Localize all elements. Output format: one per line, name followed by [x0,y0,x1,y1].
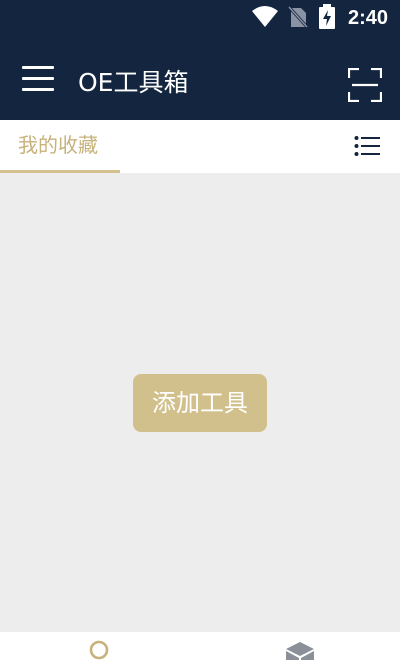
menu-button[interactable] [18,62,58,96]
status-time: 2:40 [347,7,388,29]
app-bar: OE工具箱 [0,36,400,120]
no-sim-icon [288,6,308,28]
battery-charging-icon [319,4,335,29]
bottom-nav-item-search[interactable] [80,640,120,660]
add-tool-button[interactable]: 添加工具 [133,374,267,432]
list-view-icon [354,136,380,156]
hamburger-menu-icon [22,88,54,91]
search-circle-icon [89,640,109,660]
hamburger-menu-icon [22,66,54,69]
wifi-icon [252,6,278,27]
scan-frame-icon [347,67,383,103]
tab-bar: 我的收藏 [0,120,400,173]
box-icon [286,642,314,660]
app-title: OE工具箱 [78,68,189,97]
tab-label: 我的收藏 [18,133,98,157]
favorites-content: 添加工具 [0,173,400,632]
bottom-nav-item-box[interactable] [280,640,320,660]
list-view-button[interactable] [354,134,380,158]
tab-favorites[interactable]: 我的收藏 [0,120,120,173]
scan-button[interactable] [347,67,383,103]
status-bar: 2:40 [0,0,400,36]
hamburger-menu-icon [22,77,54,80]
bottom-nav [0,632,400,660]
